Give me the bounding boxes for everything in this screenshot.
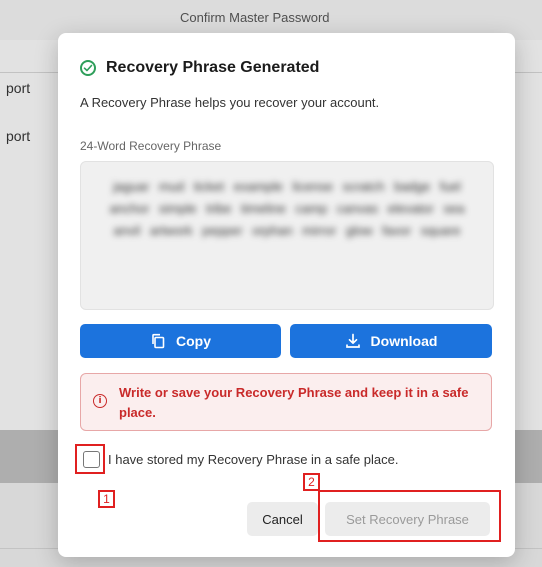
check-circle-icon bbox=[80, 60, 96, 76]
download-icon bbox=[345, 333, 361, 349]
warning-alert: i Write or save your Recovery Phrase and… bbox=[80, 373, 492, 431]
dialog-description: A Recovery Phrase helps you recover your… bbox=[80, 95, 380, 110]
annotation-highlight-checkbox bbox=[75, 444, 105, 474]
copy-icon bbox=[150, 333, 166, 349]
recovery-phrase-label: 24-Word Recovery Phrase bbox=[80, 139, 222, 153]
copy-button-label: Copy bbox=[176, 333, 211, 349]
download-button-label: Download bbox=[370, 333, 438, 349]
recovery-phrase-text: jaguar mud ticket example license scratc… bbox=[109, 179, 465, 238]
dialog-title: Recovery Phrase Generated bbox=[106, 59, 320, 76]
cancel-button[interactable]: Cancel bbox=[247, 502, 318, 536]
dialog-header: Recovery Phrase Generated bbox=[80, 59, 319, 77]
copy-button[interactable]: Copy bbox=[80, 324, 281, 358]
stored-phrase-label[interactable]: I have stored my Recovery Phrase in a sa… bbox=[108, 452, 398, 467]
info-circle-icon: i bbox=[93, 394, 107, 408]
warning-text: Write or save your Recovery Phrase and k… bbox=[119, 385, 469, 420]
annotation-highlight-set-button bbox=[318, 490, 501, 542]
recovery-phrase-box: jaguar mud ticket example license scratc… bbox=[80, 161, 494, 310]
annotation-number: 2 bbox=[303, 473, 320, 491]
annotation-number: 1 bbox=[98, 490, 115, 508]
download-button[interactable]: Download bbox=[290, 324, 492, 358]
recovery-phrase-dialog: Recovery Phrase Generated A Recovery Phr… bbox=[58, 33, 515, 557]
